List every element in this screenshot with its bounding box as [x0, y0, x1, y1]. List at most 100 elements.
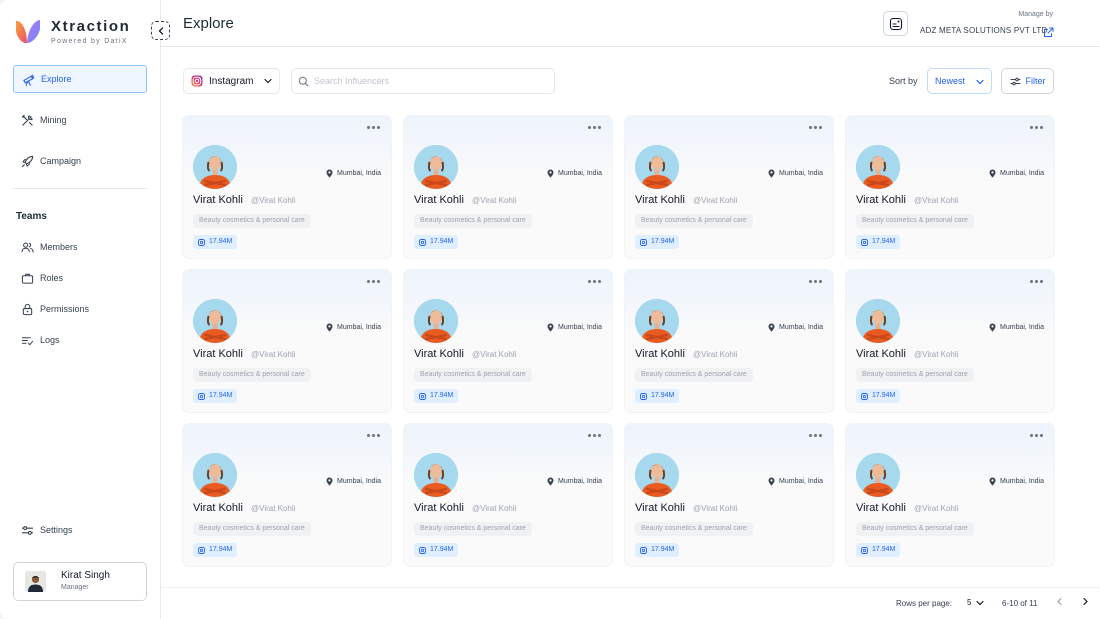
organization-icon-button[interactable]	[883, 11, 908, 36]
brand-logo-icon	[14, 17, 42, 47]
influencer-handle: @Virat Kohli	[251, 504, 296, 513]
followers-badge: 17.94M	[856, 389, 901, 403]
sort-label: Sort by	[889, 76, 918, 86]
sidebar-item-logs[interactable]: Logs	[13, 326, 147, 354]
influencer-name: Virat Kohli	[414, 194, 464, 206]
followers-count: 17.94M	[872, 392, 896, 399]
influencer-handle: @Virat Kohli	[693, 350, 738, 359]
card-location: Mumbai, India	[547, 477, 602, 486]
page-header: Explore Manage by ADZ META SOLUTIONS PVT…	[161, 0, 1100, 47]
followers-count: 17.94M	[209, 238, 233, 245]
card-location: Mumbai, India	[989, 477, 1044, 486]
location-text: Mumbai, India	[1000, 170, 1044, 177]
user-profile-card[interactable]: Kirat Singh Manager	[13, 562, 147, 601]
influencer-card[interactable]: Mumbai, India Virat Kohli @Virat Kohli B…	[404, 270, 612, 412]
collapse-sidebar-button[interactable]	[151, 21, 170, 40]
external-link-icon[interactable]	[1043, 25, 1054, 43]
influencer-card[interactable]: Mumbai, India Virat Kohli @Virat Kohli B…	[846, 270, 1054, 412]
sidebar-item-settings[interactable]: Settings	[13, 516, 147, 544]
brand[interactable]: Xtraction Powered by DatiX	[14, 17, 130, 47]
sidebar-item-explore[interactable]: Explore	[13, 65, 147, 93]
influencer-avatar	[856, 299, 900, 343]
influencer-card[interactable]: Mumbai, India Virat Kohli @Virat Kohli B…	[183, 424, 391, 566]
platform-select[interactable]: Instagram	[183, 68, 280, 94]
instagram-icon	[198, 238, 205, 246]
chevron-left-icon	[1057, 597, 1062, 606]
influencer-name: Virat Kohli	[856, 194, 906, 206]
influencer-card[interactable]: Mumbai, India Virat Kohli @Virat Kohli B…	[183, 270, 391, 412]
followers-badge: 17.94M	[635, 543, 680, 557]
sidebar-item-permissions[interactable]: Permissions	[13, 295, 147, 323]
sidebar-item-mining[interactable]: Mining	[13, 106, 147, 134]
sort-select[interactable]: Newest	[927, 68, 992, 94]
sidebar-item-campaign[interactable]: Campaign	[13, 147, 147, 175]
influencer-card[interactable]: Mumbai, India Virat Kohli @Virat Kohli B…	[625, 424, 833, 566]
card-more-options-icon[interactable]	[367, 280, 380, 283]
map-pin-icon	[326, 477, 333, 486]
influencer-card[interactable]: Mumbai, India Virat Kohli @Virat Kohli B…	[183, 116, 391, 258]
location-text: Mumbai, India	[337, 478, 381, 485]
influencer-card[interactable]: Mumbai, India Virat Kohli @Virat Kohli B…	[404, 424, 612, 566]
sidebar-item-label: Explore	[41, 74, 72, 84]
influencer-card[interactable]: Mumbai, India Virat Kohli @Virat Kohli B…	[846, 116, 1054, 258]
category-tag: Beauty cosmetics & personal care	[414, 368, 532, 382]
next-page-button[interactable]	[1081, 597, 1090, 606]
card-more-options-icon[interactable]	[809, 434, 822, 437]
followers-badge: 17.94M	[856, 235, 901, 249]
chevron-down-icon	[264, 77, 272, 88]
user-role: Manager	[61, 584, 89, 591]
influencer-card[interactable]: Mumbai, India Virat Kohli @Virat Kohli B…	[404, 116, 612, 258]
card-more-options-icon[interactable]	[1030, 126, 1043, 129]
followers-count: 17.94M	[430, 238, 454, 245]
card-more-options-icon[interactable]	[588, 434, 601, 437]
map-pin-icon	[768, 477, 775, 486]
sidebar-item-roles[interactable]: Roles	[13, 264, 147, 292]
brand-name: Xtraction	[51, 18, 131, 35]
search-input[interactable]	[314, 76, 544, 86]
rows-per-page-value: 5	[967, 598, 972, 607]
main-content: Explore Manage by ADZ META SOLUTIONS PVT…	[161, 0, 1100, 619]
influencer-handle: @Virat Kohli	[693, 196, 738, 205]
map-pin-icon	[768, 169, 775, 178]
followers-count: 17.94M	[430, 546, 454, 553]
card-more-options-icon[interactable]	[367, 126, 380, 129]
instagram-icon	[198, 392, 205, 400]
organization-name: ADZ META SOLUTIONS PVT LTD	[920, 26, 1048, 35]
influencer-avatar	[414, 145, 458, 189]
rows-per-page-select[interactable]: 5	[967, 598, 985, 607]
category-tag: Beauty cosmetics & personal care	[193, 368, 311, 382]
search-icon	[298, 76, 309, 87]
sidebar-item-label: Settings	[40, 525, 73, 535]
card-more-options-icon[interactable]	[367, 434, 380, 437]
card-more-options-icon[interactable]	[588, 126, 601, 129]
card-more-options-icon[interactable]	[1030, 280, 1043, 283]
followers-count: 17.94M	[209, 546, 233, 553]
influencer-handle: @Virat Kohli	[251, 350, 296, 359]
card-more-options-icon[interactable]	[809, 280, 822, 283]
location-text: Mumbai, India	[558, 478, 602, 485]
influencer-card[interactable]: Mumbai, India Virat Kohli @Virat Kohli B…	[625, 116, 833, 258]
card-more-options-icon[interactable]	[588, 280, 601, 283]
map-pin-icon	[547, 477, 554, 486]
instagram-icon	[640, 546, 647, 554]
followers-badge: 17.94M	[856, 543, 901, 557]
sidebar-item-members[interactable]: Members	[13, 233, 147, 261]
influencer-grid: Mumbai, India Virat Kohli @Virat Kohli B…	[183, 116, 1054, 566]
chevron-right-icon	[1083, 597, 1088, 606]
sidebar: Xtraction Powered by DatiX Explore Minin…	[0, 0, 170, 619]
page-range: 6-10 of 11	[1002, 599, 1038, 608]
influencer-card[interactable]: Mumbai, India Virat Kohli @Virat Kohli B…	[846, 424, 1054, 566]
followers-count: 17.94M	[872, 238, 896, 245]
filter-sliders-icon	[1010, 76, 1021, 87]
card-more-options-icon[interactable]	[809, 126, 822, 129]
briefcase-icon	[20, 271, 34, 285]
card-more-options-icon[interactable]	[1030, 434, 1043, 437]
map-pin-icon	[326, 323, 333, 332]
filter-button[interactable]: Filter	[1001, 68, 1054, 94]
influencer-handle: @Virat Kohli	[914, 504, 959, 513]
card-location: Mumbai, India	[989, 323, 1044, 332]
influencer-card[interactable]: Mumbai, India Virat Kohli @Virat Kohli B…	[625, 270, 833, 412]
influencer-avatar	[856, 145, 900, 189]
instagram-icon	[640, 238, 647, 246]
previous-page-button[interactable]	[1055, 597, 1064, 606]
